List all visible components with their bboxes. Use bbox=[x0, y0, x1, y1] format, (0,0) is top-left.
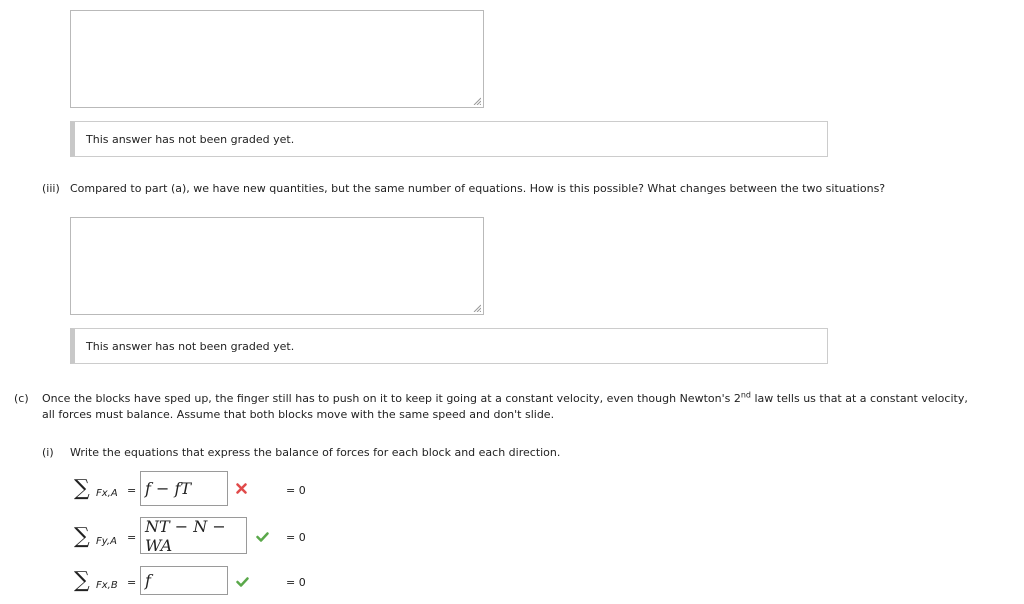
question-text-c-i: Write the equations that express the bal… bbox=[70, 446, 561, 459]
answer-value: f bbox=[145, 571, 151, 590]
question-label-c-i: (i) bbox=[42, 446, 54, 459]
force-subscript-fy-a: Fy,A bbox=[96, 536, 117, 547]
force-subscript-fx-b: Fx,B bbox=[96, 580, 118, 591]
resize-grip-icon[interactable] bbox=[473, 304, 481, 312]
equals-zero: = 0 bbox=[286, 531, 306, 544]
question-label-c: (c) bbox=[14, 392, 29, 405]
incorrect-x-icon bbox=[236, 483, 247, 494]
resize-grip-icon[interactable] bbox=[473, 97, 481, 105]
equals-zero: = 0 bbox=[286, 484, 306, 497]
ordinal-suffix: nd bbox=[740, 390, 751, 400]
answer-textarea-2[interactable] bbox=[70, 217, 484, 315]
grading-status-text: This answer has not been graded yet. bbox=[86, 132, 295, 146]
grading-status-text: This answer has not been graded yet. bbox=[86, 339, 295, 353]
answer-input-fx-a[interactable]: f − fT bbox=[140, 471, 228, 506]
summation-symbol: ∑ bbox=[74, 476, 90, 501]
answer-input-fy-a[interactable]: NT − N − WA bbox=[140, 516, 247, 555]
question-text-c-part2: law tells us that at a constant velocity… bbox=[751, 392, 968, 405]
answer-input-fx-b[interactable]: f bbox=[140, 566, 228, 595]
equals-sign: = bbox=[127, 531, 137, 544]
equals-sign: = bbox=[127, 484, 137, 497]
question-text-iii: Compared to part (a), we have new quanti… bbox=[70, 182, 886, 195]
correct-check-icon bbox=[236, 577, 249, 587]
answer-textarea-1[interactable] bbox=[70, 10, 484, 108]
equals-zero: = 0 bbox=[286, 576, 306, 589]
answer-value: NT − N − WA bbox=[145, 516, 226, 555]
grading-status-1: This answer has not been graded yet. bbox=[70, 121, 828, 157]
force-subscript-fx-a: Fx,A bbox=[96, 488, 118, 499]
grading-status-2: This answer has not been graded yet. bbox=[70, 328, 828, 364]
answer-value: f − fT bbox=[145, 479, 192, 498]
question-label-iii: (iii) bbox=[42, 182, 60, 195]
question-text-c-part1: Once the blocks have sped up, the finger… bbox=[42, 392, 741, 405]
question-text-c-line1: Once the blocks have sped up, the finger… bbox=[42, 390, 968, 405]
summation-symbol: ∑ bbox=[74, 524, 90, 549]
correct-check-icon bbox=[256, 532, 269, 542]
equals-sign: = bbox=[127, 576, 137, 589]
question-text-c-line2: all forces must balance. Assume that bot… bbox=[42, 408, 555, 421]
summation-symbol: ∑ bbox=[74, 568, 90, 593]
